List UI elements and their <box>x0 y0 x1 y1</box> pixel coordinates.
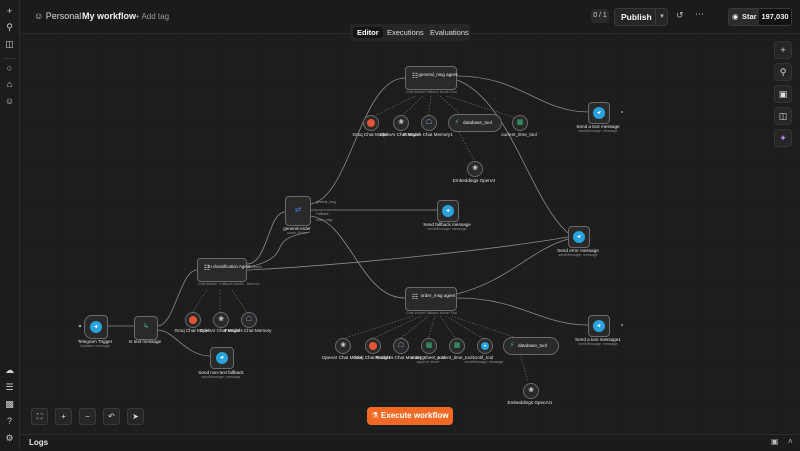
groq-icon <box>369 342 377 350</box>
postgres-memory-node[interactable]: ☖ <box>421 115 437 131</box>
database-tool-label: database_tool <box>463 120 492 125</box>
execute-workflow-button[interactable]: ⚗ Execute workflow <box>367 407 453 425</box>
openai-icon: ❀ <box>340 342 346 349</box>
openai-icon: ❀ <box>528 387 534 394</box>
send-non-text-sub: sendMessage: message <box>201 375 241 379</box>
send-fallback-sub: sendMessage: message <box>427 227 467 231</box>
postgres-memory-node[interactable]: ☖ <box>393 338 409 354</box>
order-msg-agent-node[interactable]: ☷ order_msg agent <box>405 287 457 311</box>
telegram-icon <box>593 107 605 119</box>
is-text-label: Is text message <box>128 339 162 344</box>
groq-model-node[interactable] <box>365 338 381 354</box>
telegram-trigger-node[interactable] <box>84 315 108 339</box>
openai-icon: ❀ <box>472 165 478 172</box>
send-text-sub: sendMessage: message <box>578 129 618 133</box>
edge-label-fallback: Fallback <box>316 212 329 216</box>
chevron-up-icon[interactable]: ˄ <box>788 437 793 446</box>
telegram-icon <box>442 205 454 217</box>
notif-tool-sub: sendMessage: message <box>464 360 504 364</box>
telegram-trigger-sub: Updates: message <box>80 344 110 348</box>
undo-button[interactable]: ↶ <box>103 408 120 425</box>
embeddings-2-label: Embeddings OpenAI1 <box>507 400 553 405</box>
search-nodes-button[interactable]: ⚲ <box>774 63 792 81</box>
telegram-icon <box>573 231 585 243</box>
send-non-text-node[interactable] <box>210 347 234 369</box>
execute-label: Execute workflow <box>380 411 449 420</box>
send-error-node[interactable] <box>568 226 590 248</box>
sticky-note-button[interactable]: ▣ <box>774 85 792 103</box>
openai-model-node[interactable]: ❀ <box>213 312 229 328</box>
embeddings-node[interactable]: ❀ <box>467 161 483 177</box>
groq-model-node[interactable] <box>185 312 201 328</box>
classification-ports: Chat Model Fallback Model Memory <box>198 282 260 286</box>
notif-tool-node[interactable] <box>477 338 493 354</box>
send-fallback-node[interactable] <box>437 200 459 222</box>
classification-agent-node[interactable]: ☷ AI classification Agent <box>197 258 250 282</box>
classification-label: AI classification Agent <box>207 264 251 269</box>
embeddings-node[interactable]: ❀ <box>523 383 539 399</box>
send-text-node[interactable] <box>588 102 610 124</box>
popout-icon[interactable]: ▣ <box>771 437 779 446</box>
select-tool-button[interactable]: ➤ <box>127 408 144 425</box>
postgres-icon: ☖ <box>425 119 433 126</box>
telegram-icon <box>90 321 102 333</box>
panel-toggle-button[interactable]: ◫ <box>774 107 792 125</box>
lightning-icon: ⚡ <box>509 342 515 349</box>
general-msg-ports: Chat Model Fallback Model Tool <box>406 90 458 94</box>
fit-view-button[interactable]: ⛶ <box>31 408 48 425</box>
postgres-memory-node[interactable]: ☖ <box>241 312 257 328</box>
current-time-tool-node[interactable]: ▦ <box>449 338 465 354</box>
groq-model-node[interactable] <box>363 115 379 131</box>
general-msg-agent-node[interactable]: ☷ general_msg agent <box>405 66 458 90</box>
ai-assistant-button[interactable]: ✦ <box>774 129 792 147</box>
general-order-node[interactable]: ⇄ <box>285 196 311 226</box>
general-msg-label: general_msg agent <box>418 72 458 77</box>
switch-icon: ⇄ <box>294 205 302 214</box>
current-time-label: current_time_tool <box>501 132 537 137</box>
postgres-memory-label: Postgres Chat Memory <box>224 328 272 333</box>
calendar-icon: ▦ <box>516 119 524 126</box>
order-msg-ports: Chat Model Fallback Model Tool <box>406 311 458 315</box>
database-tool-node[interactable]: ⚡ database_tool <box>503 337 559 355</box>
order-msg-label: order_msg agent <box>420 293 456 298</box>
current-time-tool-node[interactable]: ▦ <box>512 115 528 131</box>
zoom-out-button[interactable]: − <box>79 408 96 425</box>
order-sheet-tool-node[interactable]: ▦ <box>421 338 437 354</box>
database-tool-2-label: database_tool <box>518 343 547 348</box>
logs-label: Logs <box>29 438 49 447</box>
embeddings-label: Embeddings OpenAI <box>452 178 496 183</box>
send-text-2-node[interactable] <box>588 315 610 337</box>
postgres-icon: ☖ <box>397 342 405 349</box>
if-icon: ↳ <box>143 323 149 330</box>
telegram-icon <box>216 352 228 364</box>
order-sheet-sub: append: sheet <box>416 360 440 364</box>
groq-icon <box>189 316 197 324</box>
openai-icon: ❀ <box>398 119 404 126</box>
connections-layer: general_msg order_msg Fallback Fallback <box>78 75 623 383</box>
sheet-icon: ▦ <box>425 342 433 349</box>
calendar-icon: ▦ <box>453 342 461 349</box>
telegram-icon <box>593 320 605 332</box>
postgres-icon: ☖ <box>245 316 253 323</box>
openai-model-node[interactable]: ❀ <box>393 115 409 131</box>
send-text-2-sub: sendMessage: message <box>578 342 618 346</box>
openai-model-node[interactable]: ❀ <box>335 338 351 354</box>
logs-panel[interactable]: Logs ▣ ˄ <box>20 434 800 451</box>
general-order-sub: mode: Rules <box>286 231 308 235</box>
telegram-icon <box>481 342 489 350</box>
database-tool-node[interactable]: ⚡ database_tool <box>448 114 502 132</box>
openai-icon: ❀ <box>218 316 224 323</box>
groq-icon <box>367 119 375 127</box>
add-node-button[interactable]: + <box>774 41 792 59</box>
is-text-node[interactable]: ↳ <box>134 316 158 340</box>
edge-label-general-msg: general_msg <box>316 200 336 204</box>
lightning-icon: ⚡ <box>454 119 460 126</box>
edge-label-order-msg: order_msg <box>316 218 332 222</box>
postgres-memory-2-label: Postgres Chat Memory1 <box>403 132 453 137</box>
zoom-in-button[interactable]: + <box>55 408 72 425</box>
send-error-sub: sendMessage: message <box>558 253 598 257</box>
